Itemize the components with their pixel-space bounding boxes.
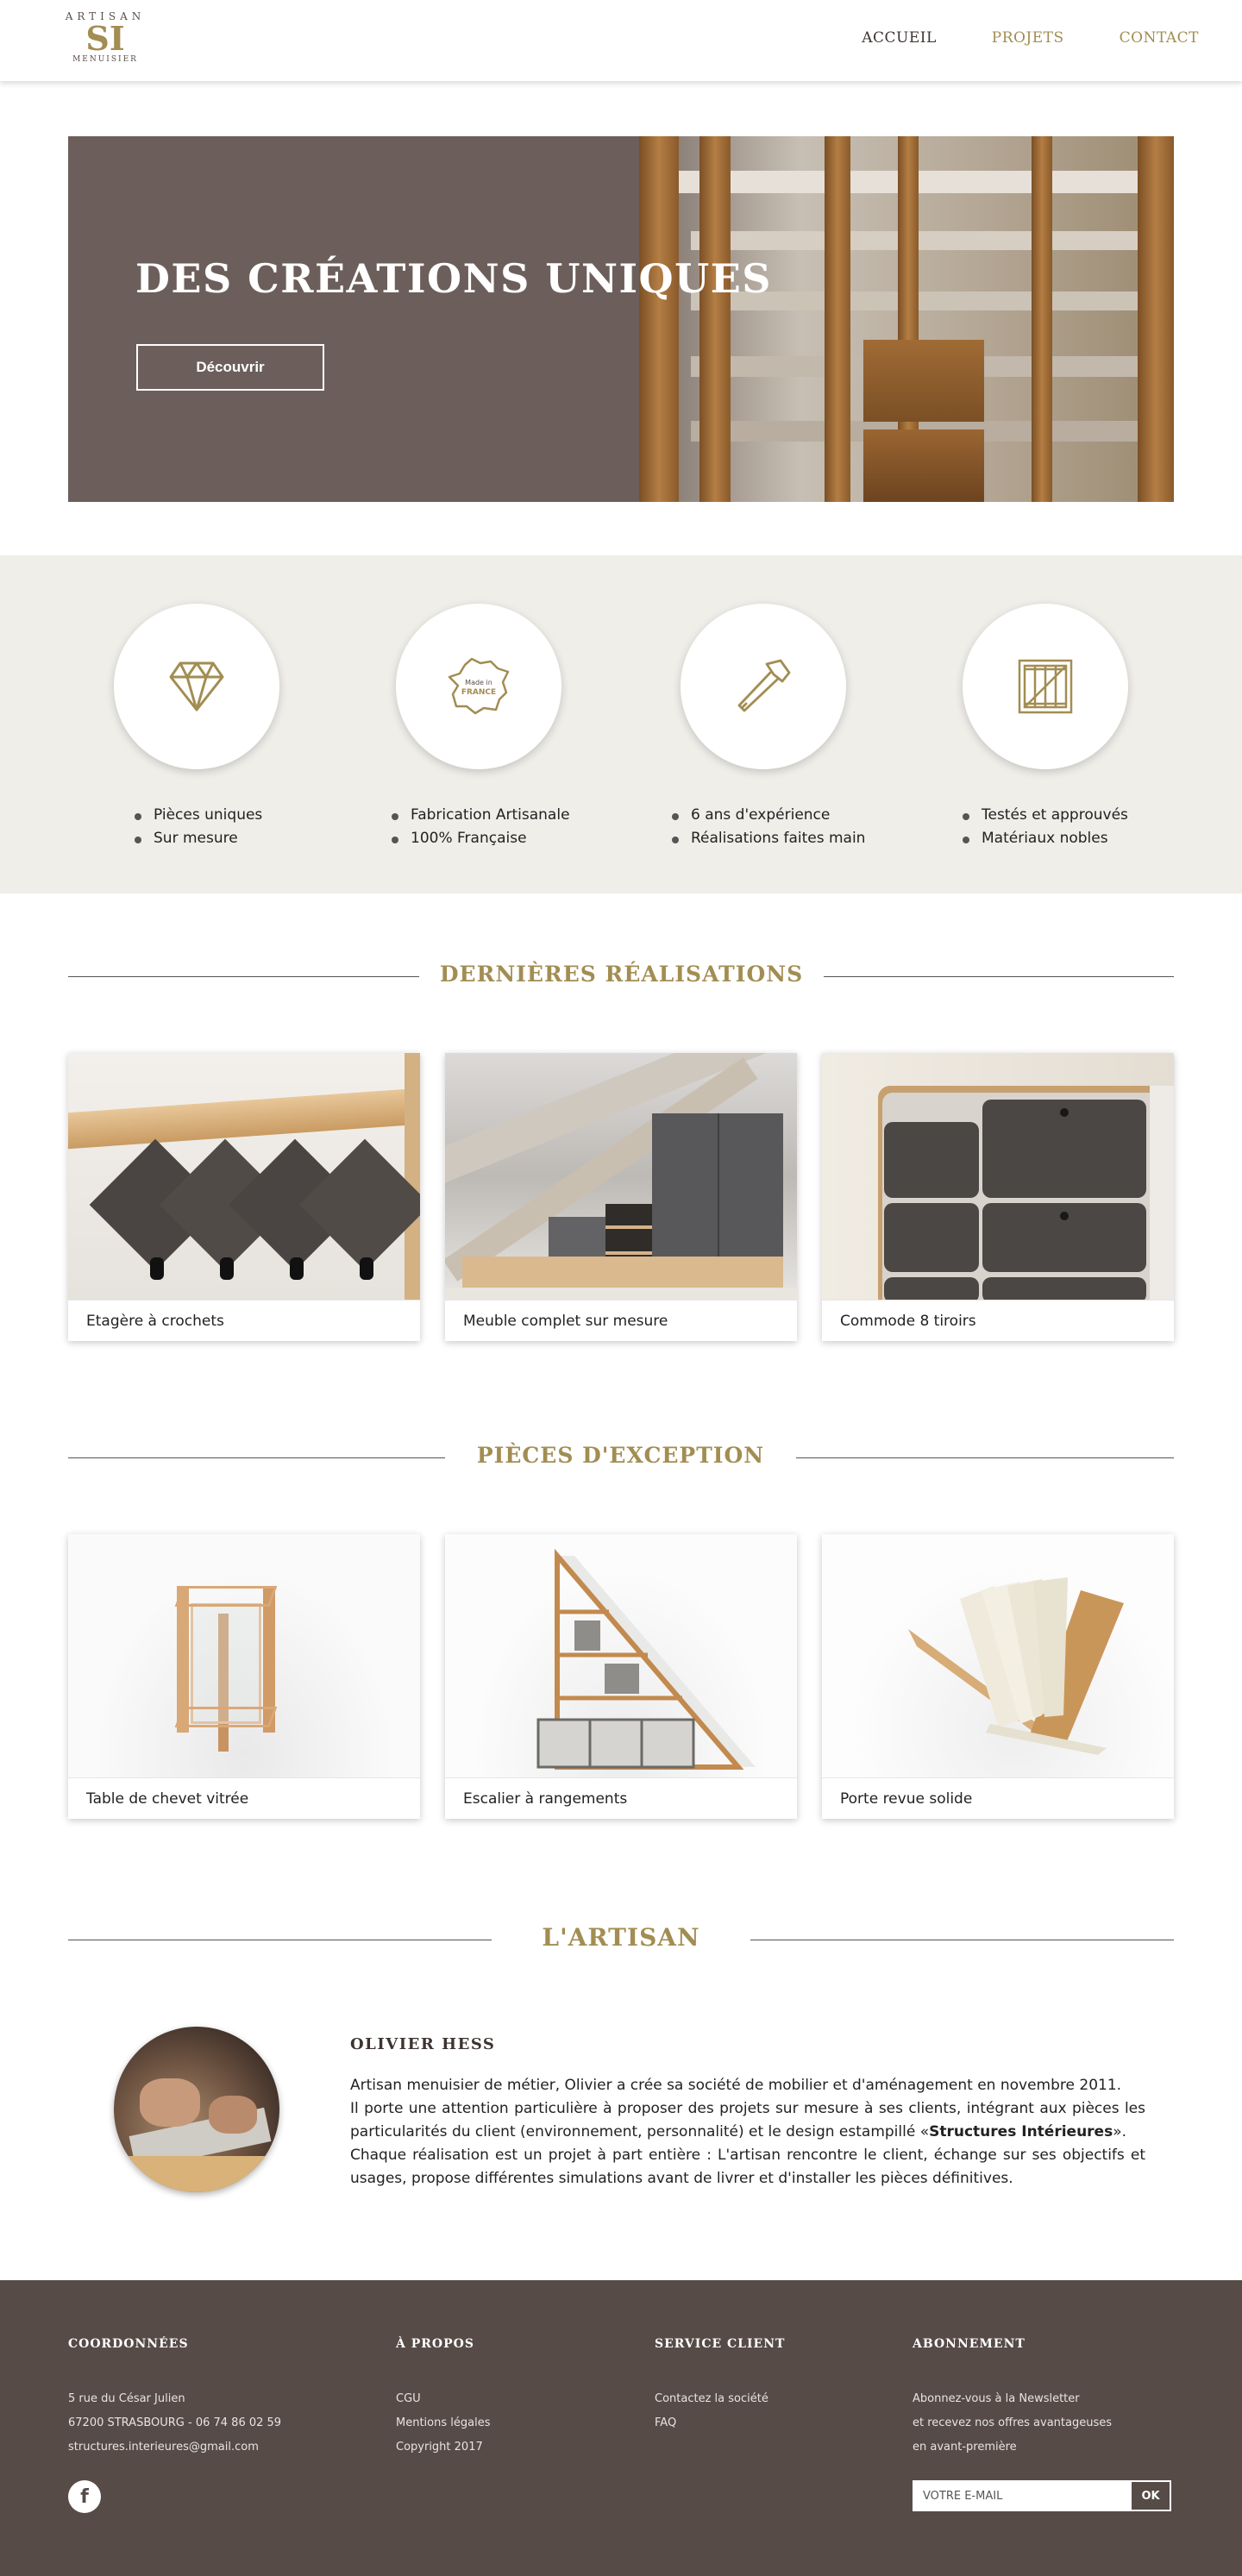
- hammer-icon: [737, 659, 791, 712]
- feature-list-4: Testés et approuvés Matériaux nobles: [963, 804, 1128, 850]
- footer-link-faq[interactable]: FAQ: [655, 2411, 785, 2435]
- footer-col-coords: COORDONNÉES 5 rue du César Julien 67200 …: [68, 2337, 281, 2460]
- exception-card-2[interactable]: Escalier à rangements: [445, 1534, 797, 1819]
- artisan-bio-line: Artisan menuisier de métier, Olivier a c…: [350, 2077, 1122, 2094]
- artisan-bio-line: Chaque réalisation est un projet à part …: [350, 2147, 1145, 2187]
- artisan-bio-part: ».: [1113, 2123, 1127, 2140]
- footer-email[interactable]: structures.interieures@gmail.com: [68, 2435, 281, 2460]
- divider-line: [824, 976, 1174, 977]
- exception-image: [445, 1534, 797, 1777]
- footer-city-phone[interactable]: 67200 STRASBOURG - 06 74 86 02 59: [68, 2411, 281, 2435]
- project-image: [68, 1053, 420, 1300]
- footer-heading: ABONNEMENT: [913, 2337, 1026, 2351]
- footer-link-legal[interactable]: Mentions légales: [396, 2411, 490, 2435]
- newsletter-text: et recevez nos offres avantageuses: [913, 2416, 1113, 2429]
- nav-projets[interactable]: PROJETS: [992, 29, 1064, 47]
- artisan-name: OLIVIER HESS: [350, 2035, 496, 2053]
- exception-image: [68, 1534, 420, 1777]
- newsletter-text: en avant-première: [913, 2441, 1017, 2454]
- project-caption: Etagère à crochets: [68, 1300, 420, 1341]
- feature-circle-4: [963, 604, 1128, 769]
- footer-link-cgu[interactable]: CGU: [396, 2387, 490, 2411]
- artisan-bio: Artisan menuisier de métier, Olivier a c…: [350, 2074, 1145, 2191]
- project-image: [822, 1053, 1174, 1300]
- feature-item: 6 ans d'expérience: [672, 804, 865, 827]
- project-image: [445, 1053, 797, 1300]
- feature-item: 100% Française: [392, 827, 570, 850]
- footer-heading: COORDONNÉES: [68, 2337, 189, 2351]
- project-card-2[interactable]: Meuble complet sur mesure: [445, 1053, 797, 1341]
- divider-line: [68, 1457, 445, 1458]
- feature-circle-2: Made in FRANCE: [396, 604, 561, 769]
- section-title-latest: DERNIÈRES RÉALISATIONS: [439, 962, 804, 987]
- feature-circle-1: [114, 604, 279, 769]
- logo-initials: SI: [85, 19, 125, 58]
- feature-item: Fabrication Artisanale: [392, 804, 570, 827]
- exception-card-3[interactable]: Porte revue solide: [822, 1534, 1174, 1819]
- exception-caption: Porte revue solide: [822, 1777, 1174, 1819]
- site-header: ARTISAN SI MENUISIER ACCUEIL PROJETS CON…: [0, 0, 1242, 81]
- logo[interactable]: ARTISAN SI MENUISIER: [64, 7, 147, 76]
- section-title-artisan: L'ARTISAN: [542, 1923, 700, 1952]
- feature-circle-3: [681, 604, 846, 769]
- divider-line: [68, 976, 419, 977]
- exception-image: [822, 1534, 1174, 1777]
- artisan-photo: [114, 2027, 279, 2192]
- logo-bottom-text: MENUISIER: [72, 55, 138, 64]
- site-footer: COORDONNÉES 5 rue du César Julien 67200 …: [0, 2280, 1242, 2576]
- project-caption: Meuble complet sur mesure: [445, 1300, 797, 1341]
- exception-card-1[interactable]: Table de chevet vitrée: [68, 1534, 420, 1819]
- feature-item: Matériaux nobles: [963, 827, 1128, 850]
- footer-copyright: Copyright 2017: [396, 2441, 483, 2454]
- feature-item: Réalisations faites main: [672, 827, 865, 850]
- feature-list-3: 6 ans d'expérience Réalisations faites m…: [672, 804, 865, 850]
- exception-caption: Escalier à rangements: [445, 1777, 797, 1819]
- facebook-icon[interactable]: f: [68, 2480, 101, 2513]
- svg-text:Made in: Made in: [465, 679, 492, 686]
- hero-banner: DES CRÉATIONS UNIQUES Découvrir: [68, 136, 1174, 502]
- footer-heading: À PROPOS: [396, 2337, 474, 2351]
- project-caption: Commode 8 tiroirs: [822, 1300, 1174, 1341]
- footer-address: 5 rue du César Julien: [68, 2392, 185, 2405]
- svg-text:FRANCE: FRANCE: [461, 688, 496, 697]
- staircase-drawing: [536, 1548, 756, 1770]
- nav-accueil[interactable]: ACCUEIL: [862, 29, 937, 47]
- footer-col-service: SERVICE CLIENT Contactez la société FAQ: [655, 2337, 785, 2435]
- exception-caption: Table de chevet vitrée: [68, 1777, 420, 1819]
- newsletter-submit-button[interactable]: OK: [1132, 2482, 1170, 2510]
- project-card-3[interactable]: Commode 8 tiroirs: [822, 1053, 1174, 1341]
- feature-list-1: Pièces uniques Sur mesure: [135, 804, 262, 850]
- hero-furniture-image: [639, 136, 1174, 502]
- footer-link-contact[interactable]: Contactez la société: [655, 2387, 785, 2411]
- discover-button[interactable]: Découvrir: [136, 344, 324, 391]
- feature-item: Sur mesure: [135, 827, 262, 850]
- project-card-1[interactable]: Etagère à crochets: [68, 1053, 420, 1341]
- artisan-bio-line: Il porte une attention particulière à pr…: [350, 2097, 1145, 2144]
- footer-heading: SERVICE CLIENT: [655, 2337, 786, 2351]
- hero-title: DES CRÉATIONS UNIQUES: [135, 255, 773, 302]
- feature-item: Testés et approuvés: [963, 804, 1128, 827]
- newsletter-form: OK: [913, 2480, 1171, 2511]
- diamond-icon: [169, 661, 224, 711]
- crate-icon: [1018, 659, 1073, 714]
- newsletter-text: Abonnez-vous à la Newsletter: [913, 2392, 1080, 2405]
- footer-col-about: À PROPOS CGU Mentions légales Copyright …: [396, 2337, 490, 2460]
- nav-contact[interactable]: CONTACT: [1120, 29, 1199, 47]
- newsletter-email-input[interactable]: [914, 2482, 1132, 2510]
- made-in-france-icon: Made in FRANCE: [448, 657, 510, 715]
- magazine-rack-drawing: [908, 1577, 1124, 1755]
- brand-name: Structures Intérieures: [929, 2123, 1113, 2140]
- feature-list-2: Fabrication Artisanale 100% Française: [392, 804, 570, 850]
- footer-col-newsletter: ABONNEMENT Abonnez-vous à la Newsletter …: [913, 2337, 1112, 2460]
- divider-line: [796, 1457, 1174, 1458]
- main-nav: ACCUEIL PROJETS CONTACT: [862, 29, 1199, 47]
- feature-item: Pièces uniques: [135, 804, 262, 827]
- section-title-exception: PIÈCES D'EXCEPTION: [476, 1443, 765, 1468]
- features-band: Made in FRANCE Pièces uniques Sur mesure…: [0, 555, 1242, 893]
